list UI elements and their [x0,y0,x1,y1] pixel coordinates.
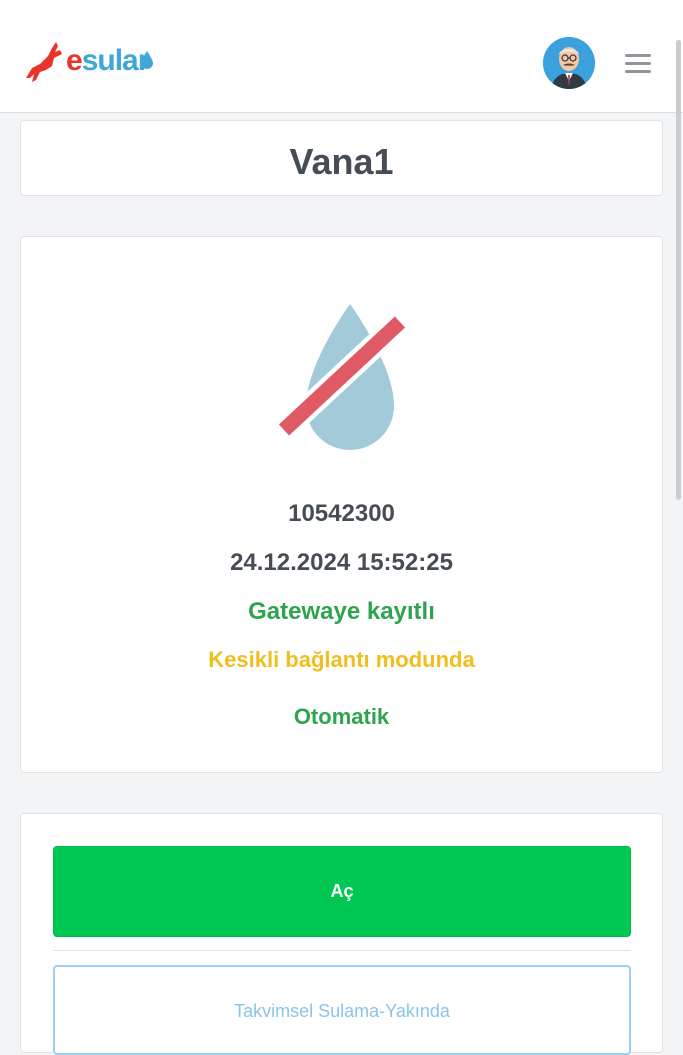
esular-logo[interactable]: esular [22,38,162,86]
divider [53,950,631,951]
avatar-icon [543,37,595,89]
schedule-irrigation-button[interactable]: Takvimsel Sulama-Yakında [53,965,631,1055]
hamburger-menu-button[interactable] [620,46,656,76]
menu-bar [625,54,651,57]
device-serial: 10542300 [288,500,395,527]
connection-mode: Kesikli bağlantı modunda [208,647,475,672]
last-update-datetime: 24.12.2024 15:52:25 [230,549,453,576]
menu-bar [625,70,651,73]
gateway-status: Gatewaye kayıtlı [248,598,435,625]
scrollbar[interactable] [676,40,681,500]
logo-e: e [66,44,83,77]
open-valve-button[interactable]: Aç [53,846,631,937]
logo-drop-icon [141,51,153,69]
deer-logo-icon [26,42,62,82]
logo-rest: sular [81,44,150,77]
user-avatar[interactable] [543,37,595,89]
device-title-card: Vana1 [20,120,663,196]
device-name: Vana1 [289,141,394,182]
app-header: esular [0,0,683,113]
control-mode: Otomatik [293,704,390,729]
logo-wordmark: esular [66,44,150,78]
water-drop-off-icon [276,304,408,450]
menu-bar [625,62,651,65]
